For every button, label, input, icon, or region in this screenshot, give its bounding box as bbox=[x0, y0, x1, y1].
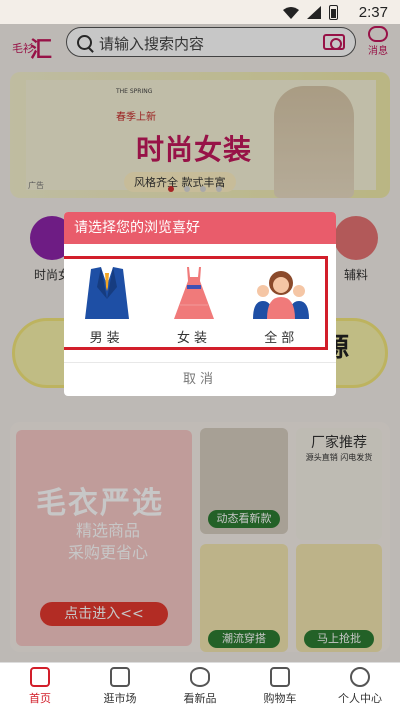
nav-label: 逛市场 bbox=[103, 692, 137, 705]
nav-market[interactable]: 逛市场 bbox=[80, 663, 160, 711]
eye-icon bbox=[190, 667, 210, 687]
nav-label: 看新品 bbox=[183, 692, 217, 705]
nav-label: 个人中心 bbox=[338, 692, 382, 705]
option-label: 女装 bbox=[176, 331, 211, 346]
option-all[interactable]: 全部 bbox=[248, 265, 314, 346]
option-womenswear[interactable]: 女装 bbox=[161, 265, 227, 346]
preference-dialog: 请选择您的浏览喜好 男装 女装 全部 取消 bbox=[64, 212, 336, 396]
nav-home[interactable]: 首页 bbox=[0, 663, 80, 711]
bottom-nav: 首页 逛市场 看新品 购物车 个人中心 bbox=[0, 662, 400, 711]
status-bar: 2:37 bbox=[0, 0, 400, 24]
dress-icon bbox=[173, 267, 214, 319]
cart-icon bbox=[270, 667, 290, 687]
dialog-divider bbox=[64, 362, 336, 363]
signal-icon bbox=[307, 6, 321, 19]
nav-label: 购物车 bbox=[263, 692, 297, 705]
people-icon bbox=[253, 271, 310, 319]
option-label: 全部 bbox=[264, 331, 299, 346]
dialog-title: 请选择您的浏览喜好 bbox=[64, 212, 336, 244]
dialog-options: 男装 女装 全部 bbox=[64, 256, 328, 350]
suit-icon bbox=[84, 267, 129, 319]
option-label: 男装 bbox=[89, 331, 124, 346]
nav-profile[interactable]: 个人中心 bbox=[320, 663, 400, 711]
home-icon bbox=[30, 667, 50, 687]
status-time: 2:37 bbox=[358, 4, 388, 21]
user-icon bbox=[350, 667, 370, 687]
cancel-button[interactable]: 取消 bbox=[64, 368, 336, 387]
market-icon bbox=[110, 667, 130, 687]
battery-icon bbox=[329, 5, 338, 20]
nav-cart[interactable]: 购物车 bbox=[240, 663, 320, 711]
wifi-icon bbox=[283, 6, 299, 19]
status-icons bbox=[283, 5, 338, 20]
nav-new-products[interactable]: 看新品 bbox=[160, 663, 240, 711]
option-menswear[interactable]: 男装 bbox=[74, 265, 140, 346]
nav-label: 首页 bbox=[29, 692, 51, 705]
